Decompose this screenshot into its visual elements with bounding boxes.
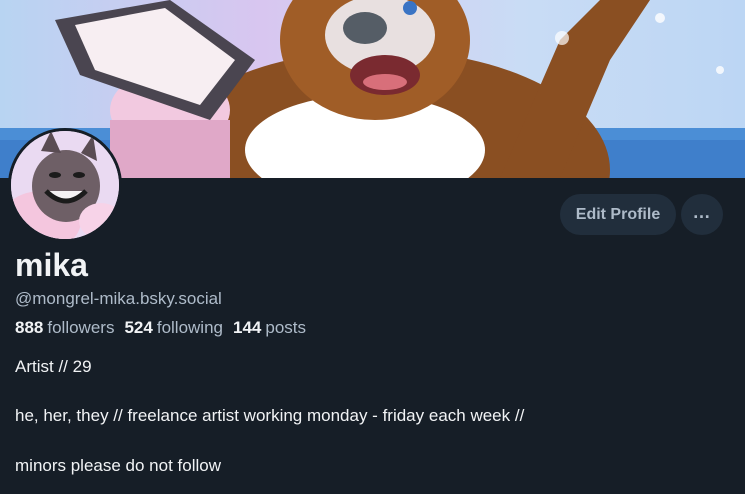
- more-options-button[interactable]: …: [681, 194, 723, 235]
- edit-profile-button[interactable]: Edit Profile: [560, 194, 676, 235]
- profile-banner[interactable]: [0, 0, 745, 178]
- display-name: mika: [15, 247, 88, 283]
- bio-line: minors please do not follow: [15, 456, 222, 475]
- followers-link[interactable]: 888 followers: [15, 318, 114, 338]
- posts-label: posts: [265, 318, 307, 337]
- following-label: following: [156, 318, 223, 337]
- bio-line: Artist // 29: [15, 357, 92, 376]
- profile-stats: 888 followers 524 following 144 posts: [15, 318, 306, 338]
- following-count: 524: [124, 318, 153, 337]
- followers-count: 888: [15, 318, 44, 337]
- ellipsis-icon: …: [692, 201, 712, 222]
- posts-stat: 144 posts: [233, 318, 306, 338]
- following-link[interactable]: 524 following: [124, 318, 223, 338]
- posts-count: 144: [233, 318, 262, 337]
- profile-avatar[interactable]: [8, 128, 122, 242]
- profile-handle: @mongrel-mika.bsky.social: [15, 289, 222, 308]
- followers-label: followers: [47, 318, 115, 337]
- bio-line: he, her, they // freelance artist workin…: [15, 406, 525, 425]
